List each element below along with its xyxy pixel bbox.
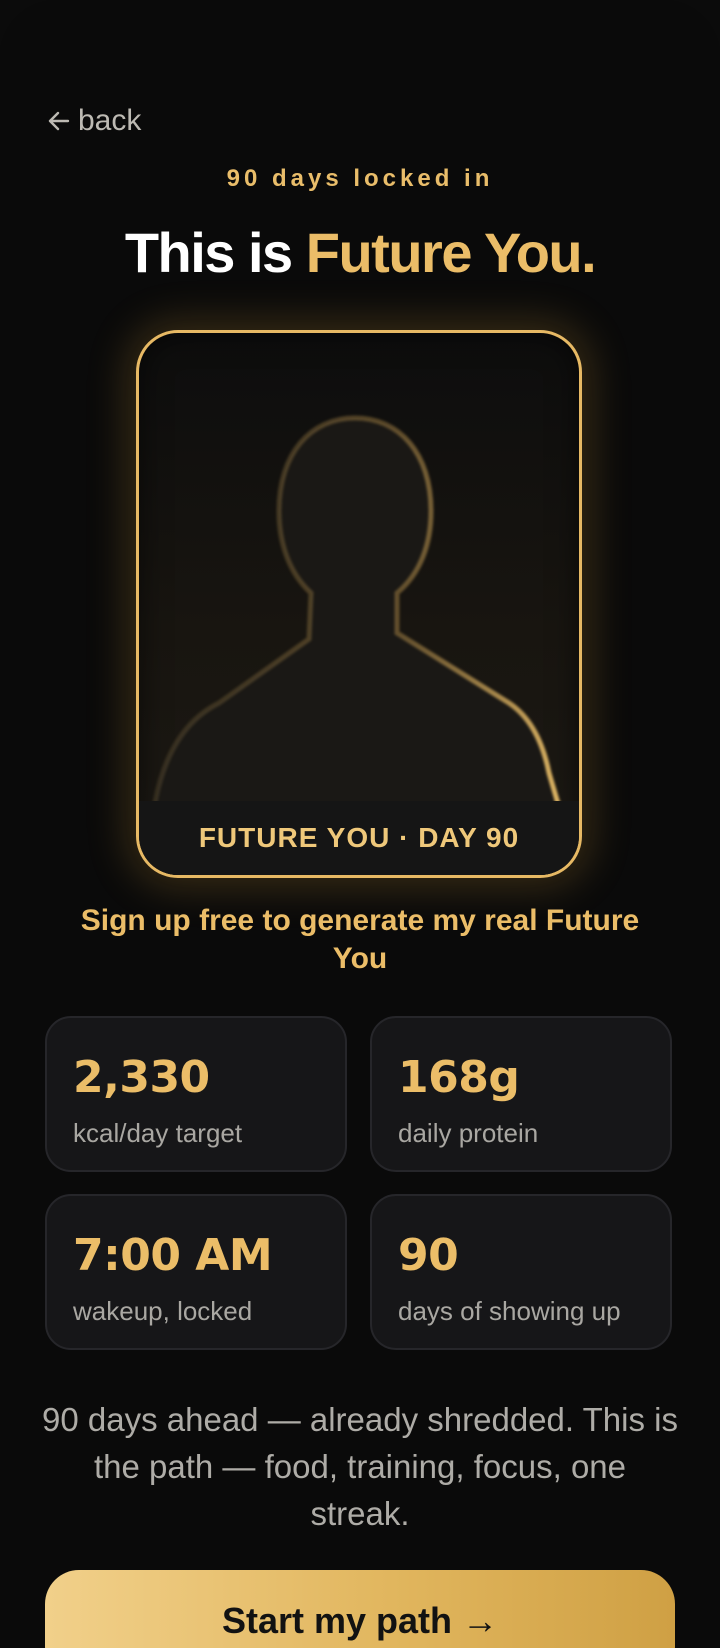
card-label-bar: FUTURE YOU · DAY 90 — [139, 801, 579, 875]
person-silhouette-icon — [139, 415, 579, 875]
page-title: This is Future You. — [0, 220, 720, 285]
eyebrow-text: 90 days locked in — [226, 165, 494, 192]
stat-caption: wakeup, locked — [73, 1296, 253, 1326]
stat-card-wakeup: 7:00 AM wakeup, locked — [45, 1194, 347, 1350]
cta-label: Start my path → — [221, 1600, 499, 1641]
title-prefix: This is — [124, 221, 306, 284]
stat-value: 168g — [398, 1052, 520, 1103]
stat-caption: kcal/day target — [73, 1118, 243, 1148]
stat-value: 2,330 — [73, 1052, 210, 1103]
back-button[interactable]: back — [46, 104, 141, 138]
arrow-left-icon — [46, 108, 72, 134]
description-text: 90 days ahead — already shredded. This i… — [42, 1401, 678, 1532]
title-accent: Future You. — [305, 221, 597, 284]
stat-card-protein: 168g daily protein — [370, 1016, 672, 1172]
card-label: FUTURE YOU · DAY 90 — [198, 822, 520, 853]
stat-value: 90 — [398, 1230, 459, 1281]
stat-caption: daily protein — [398, 1118, 539, 1148]
future-you-screen: back 90 days locked in This is Future Yo… — [0, 0, 720, 1648]
start-my-path-button[interactable]: Start my path → — [45, 1570, 675, 1648]
stat-card-calories: 2,330 kcal/day target — [45, 1016, 347, 1172]
stat-card-days: 90 days of showing up — [370, 1194, 672, 1350]
future-you-preview-card: FUTURE YOU · DAY 90 — [136, 330, 582, 878]
stat-value: 7:00 AM — [73, 1230, 273, 1281]
signup-link[interactable]: Sign up free to generate my real Future … — [60, 902, 660, 978]
back-label: back — [78, 104, 142, 137]
stat-caption: days of showing up — [398, 1296, 621, 1326]
